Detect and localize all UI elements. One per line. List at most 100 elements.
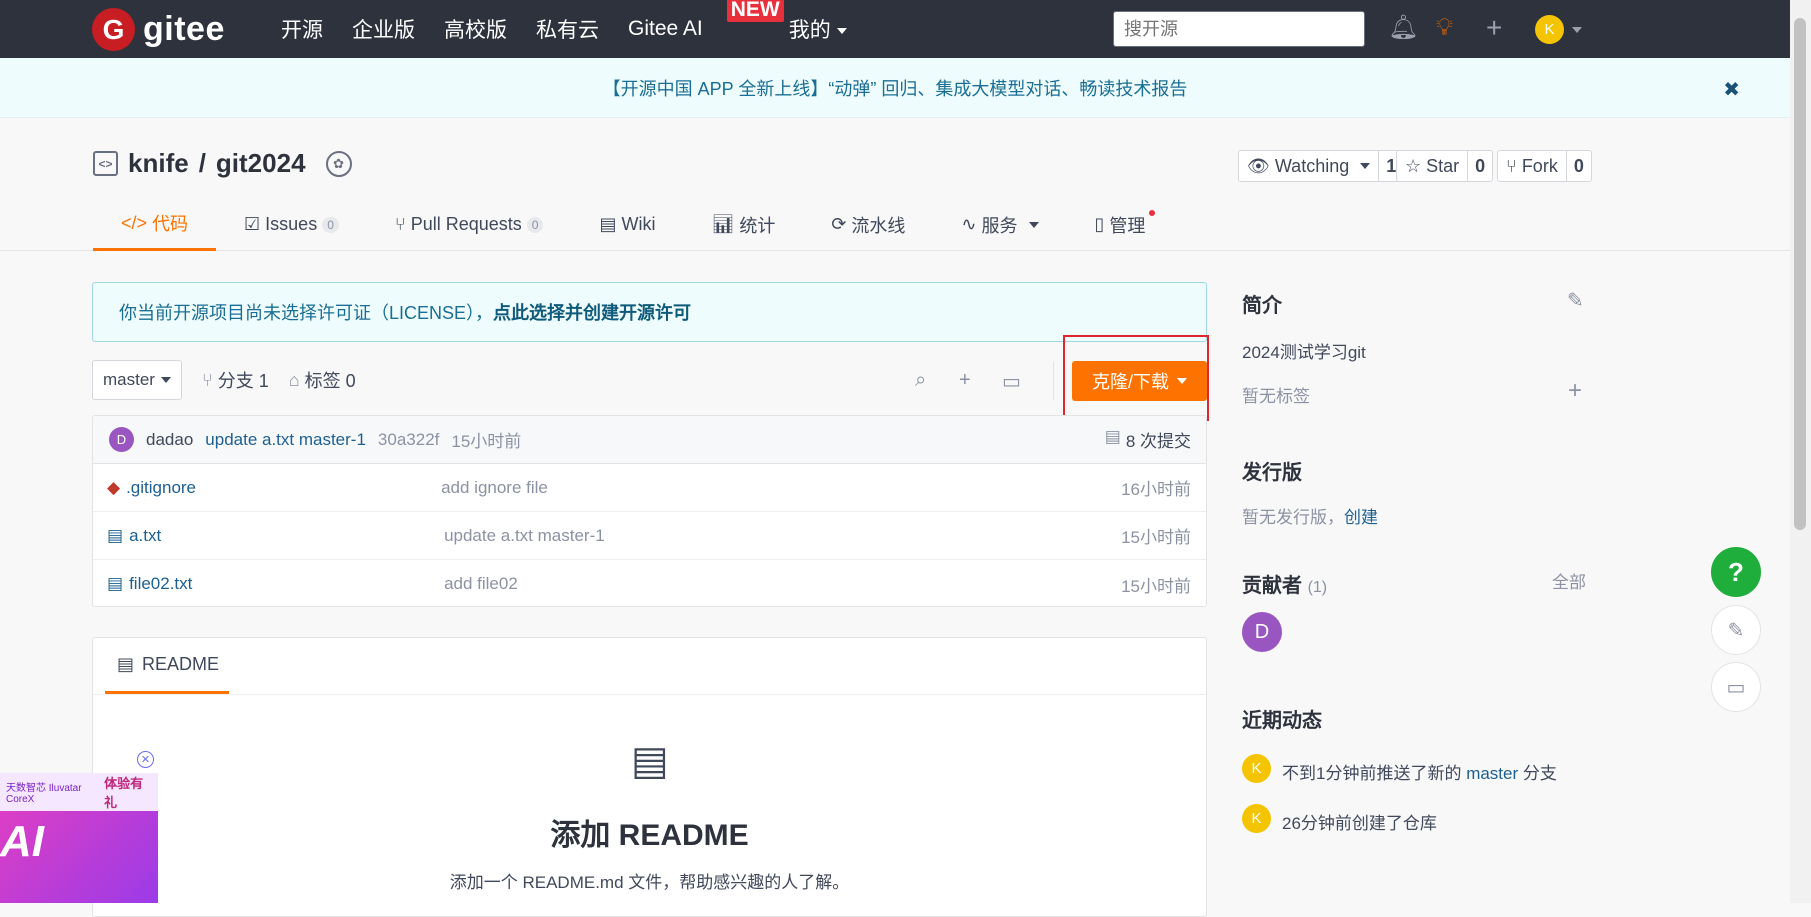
tags-link[interactable]: ⌂ 标签 0 (289, 367, 356, 393)
scrollbar-thumb[interactable] (1794, 18, 1806, 530)
nav-mine[interactable]: 我的 (789, 14, 847, 44)
star-count[interactable]: 0 (1468, 156, 1492, 177)
plus-icon[interactable]: + (959, 369, 971, 392)
tab-code[interactable]: </> 代码 (93, 198, 217, 251)
notification-dot (1149, 210, 1156, 216)
commit-author[interactable]: dadao (146, 430, 193, 450)
readme-tab[interactable]: ▤ README (105, 638, 229, 694)
file-name[interactable]: a.txt (129, 526, 444, 546)
tab-pipeline[interactable]: ⟳ 流水线 (803, 198, 933, 251)
toolbar-divider (1053, 362, 1054, 400)
plus-icon[interactable]: + (1486, 14, 1502, 42)
new-badge: NEW (726, 0, 784, 22)
search-input[interactable] (1113, 11, 1365, 47)
watching-button[interactable]: 👁︎ Watching 1 (1238, 150, 1405, 182)
tab-wiki[interactable]: ▤ Wiki (571, 198, 683, 251)
star-button[interactable]: ☆ Star 0 (1396, 150, 1494, 182)
license-link[interactable]: 点此选择并创建开源许可 (493, 299, 691, 325)
manage-icon: ▯ (1094, 214, 1105, 234)
commit-avatar[interactable]: D (109, 427, 134, 452)
add-tag-icon[interactable]: + (1568, 377, 1582, 405)
chat-icon[interactable]: ▭ (1711, 662, 1761, 712)
edit-icon[interactable]: ✎ (1567, 288, 1584, 313)
nav-private-cloud[interactable]: 私有云 (536, 14, 599, 44)
user-avatar[interactable]: K (1535, 15, 1564, 44)
commit-count-link[interactable]: ▤ 8 次提交 (1105, 427, 1191, 452)
nav-gitee-ai-label: Gitee AI (628, 17, 703, 40)
close-ad-icon[interactable]: ✕ (137, 751, 154, 768)
table-row[interactable]: ▤ a.txt update a.txt master-1 15小时前 (93, 512, 1206, 560)
monitor-icon[interactable]: ▭ (1002, 369, 1021, 394)
bell-icon[interactable]: 🔔︎ (1388, 14, 1418, 42)
readme-title: 添加 README (550, 819, 749, 852)
file-name[interactable]: file02.txt (129, 574, 444, 594)
activity-avatar[interactable]: K (1242, 804, 1271, 833)
license-text: 你当前开源项目尚未选择许可证（LICENSE）， (119, 303, 494, 323)
table-row[interactable]: ◆ .gitignore add ignore file 16小时前 (93, 464, 1206, 512)
branch-toolbar: master ⑂ 分支 1 ⌂ 标签 0 ⌕ + ▭ (92, 360, 1207, 400)
avatar-chevron-icon[interactable] (1572, 27, 1582, 33)
file-commit-msg[interactable]: add file02 (444, 574, 518, 594)
no-tags-text: 暂无标签 (1242, 387, 1310, 406)
contributors-heading: 贡献者 (1) (1242, 569, 1327, 598)
commit-sha[interactable]: 30a322f (378, 430, 439, 450)
branches-label: 分支 1 (217, 371, 269, 391)
tab-wiki-label: Wiki (621, 214, 656, 234)
code-icon: </> (121, 212, 148, 233)
file-name[interactable]: .gitignore (126, 478, 441, 498)
nav-enterprise[interactable]: 企业版 (352, 14, 415, 44)
feedback-icon[interactable]: ✎ (1711, 605, 1761, 655)
recommend-badge-icon[interactable]: ✿ (325, 150, 352, 177)
activity-branch-link[interactable]: master (1466, 764, 1518, 783)
gitee-logo[interactable]: G gitee (92, 8, 225, 51)
help-button[interactable]: ? (1711, 547, 1761, 597)
tab-pull-requests[interactable]: ⑂ Pull Requests 0 (367, 198, 572, 251)
ad-promo: 体验有礼 (104, 776, 144, 810)
ad-banner[interactable]: 天数智芯 Iluvatar CoreX 体验有礼 AI (0, 773, 158, 903)
nav-opensource[interactable]: 开源 (281, 14, 323, 44)
tab-stats[interactable]: 📊︎ 统计 (683, 198, 803, 251)
nav-education[interactable]: 高校版 (444, 14, 507, 44)
tab-pipeline-label: 流水线 (851, 215, 906, 236)
service-icon: ∿ (961, 214, 977, 234)
top-navbar: G gitee 开源 企业版 高校版 私有云 Gitee AI NEW 我的 🔔︎… (0, 0, 1790, 58)
close-icon[interactable]: ✖ (1723, 77, 1740, 102)
lightbulb-icon[interactable]: 💡︎ (1436, 14, 1453, 42)
fork-icon: ⑂ (1506, 155, 1517, 176)
intro-heading: 简介 (1242, 295, 1282, 317)
repo-name[interactable]: git2024 (216, 148, 306, 179)
repo-tabs: </> 代码 ☑ Issues 0 ⑂ Pull Requests 0 ▤ Wiki 📊︎ 统… (93, 198, 1173, 251)
fork-count[interactable]: 0 (1567, 156, 1591, 177)
nav-gitee-ai[interactable]: Gitee AI NEW (628, 0, 784, 41)
search-icon[interactable]: ⌕ (915, 369, 926, 392)
divider (93, 694, 1206, 695)
eye-icon: 👁︎ (1247, 155, 1270, 176)
activity-avatar[interactable]: K (1242, 754, 1271, 783)
table-row[interactable]: ▤ file02.txt add file02 15小时前 (93, 560, 1206, 608)
repo-owner[interactable]: knife (128, 148, 189, 179)
pipeline-icon: ⟳ (831, 214, 847, 234)
tab-code-label: 代码 (152, 214, 189, 234)
file-commit-msg[interactable]: update a.txt master-1 (444, 526, 605, 546)
repo-title: <> knife / git2024 ✿ (93, 148, 352, 179)
scrollbar[interactable] (1790, 0, 1811, 903)
commit-message[interactable]: update a.txt master-1 (205, 430, 366, 450)
tab-services[interactable]: ∿ 服务 (933, 198, 1066, 251)
fork-button[interactable]: ⑂ Fork 0 (1497, 150, 1592, 182)
banner-text[interactable]: 【开源中国 APP 全新上线】“动弹” 回归、集成大模型对话、畅读技术报告 (603, 75, 1188, 101)
tab-issues[interactable]: ☑ Issues 0 (216, 198, 367, 251)
ad-title: AI (0, 817, 44, 866)
announcement-banner: 【开源中国 APP 全新上线】“动弹” 回归、集成大模型对话、畅读技术报告 ✖ (0, 58, 1790, 118)
contributors-count: (1) (1307, 579, 1328, 596)
nav-mine-label: 我的 (788, 19, 831, 42)
tab-manage[interactable]: ▯ 管理 (1067, 198, 1174, 251)
branch-icon: ⑂ (201, 369, 213, 390)
issues-icon: ☑ (244, 214, 261, 234)
contributor-avatar[interactable]: D (1242, 612, 1282, 652)
file-time: 15小时前 (1121, 528, 1191, 547)
file-commit-msg[interactable]: add ignore file (441, 478, 548, 498)
all-contributors-link[interactable]: 全部 (1552, 568, 1586, 593)
create-release-link[interactable]: 创建 (1344, 508, 1378, 527)
branch-select[interactable]: master (92, 360, 182, 400)
branches-link[interactable]: ⑂ 分支 1 (202, 367, 269, 393)
